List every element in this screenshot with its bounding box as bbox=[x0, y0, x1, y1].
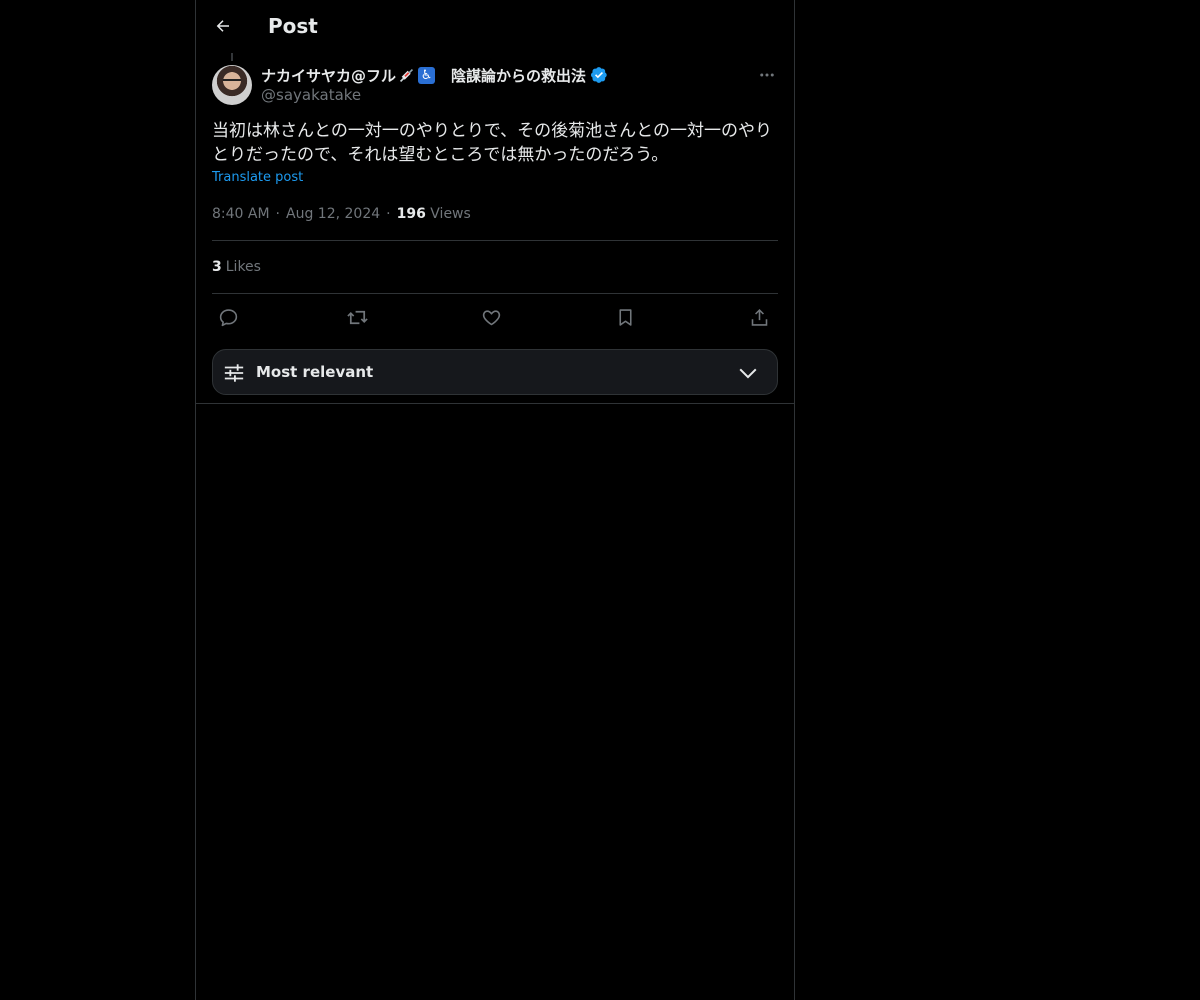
wheelchair-icon: ♿ bbox=[418, 66, 436, 84]
likes-count: 3 bbox=[212, 259, 222, 275]
meta-separator: · bbox=[386, 206, 391, 222]
thread-connector-line bbox=[231, 53, 233, 61]
views-count: 196 bbox=[396, 206, 426, 222]
main-column: Post ナカイサヤカ@フル ♿ 陰謀論からの救出法 @sayakatake 当… bbox=[195, 0, 795, 1000]
divider bbox=[212, 293, 778, 294]
page-header: Post bbox=[196, 0, 794, 53]
verified-badge-icon[interactable] bbox=[590, 66, 608, 84]
like-button[interactable] bbox=[477, 303, 505, 331]
syringe-icon bbox=[399, 68, 414, 82]
post-time[interactable]: 8:40 AM bbox=[212, 206, 270, 222]
author-name-row: ナカイサヤカ@フル ♿ 陰謀論からの救出法 bbox=[261, 64, 608, 86]
share-icon bbox=[751, 308, 767, 326]
author-display-name[interactable]: ナカイサヤカ@フル bbox=[261, 65, 396, 86]
likes-label: Likes bbox=[225, 259, 261, 275]
chevron-down-icon bbox=[739, 368, 757, 379]
post-date[interactable]: Aug 12, 2024 bbox=[286, 206, 380, 222]
repost-icon bbox=[346, 310, 368, 324]
sliders-icon bbox=[224, 364, 244, 382]
back-button[interactable] bbox=[208, 11, 238, 41]
translate-post-link[interactable]: Translate post bbox=[212, 170, 303, 185]
meta-separator: · bbox=[275, 206, 280, 222]
avatar[interactable] bbox=[212, 65, 252, 105]
share-button[interactable] bbox=[745, 303, 773, 331]
heart-icon bbox=[482, 309, 500, 325]
reply-button[interactable] bbox=[214, 303, 242, 331]
avatar-glasses bbox=[223, 79, 241, 85]
post-meta: 8:40 AM · Aug 12, 2024 · 196 Views bbox=[212, 204, 471, 224]
page-title: Post bbox=[268, 14, 318, 38]
author-name-suffix: 陰謀論からの救出法 bbox=[451, 66, 587, 85]
divider bbox=[212, 240, 778, 241]
author-handle[interactable]: @sayakatake bbox=[261, 86, 361, 104]
likes-stat[interactable]: 3 Likes bbox=[212, 257, 261, 277]
bookmark-button[interactable] bbox=[611, 303, 639, 331]
bookmark-icon bbox=[618, 308, 632, 326]
sort-replies-dropdown[interactable]: Most relevant bbox=[212, 349, 778, 395]
repost-button[interactable] bbox=[343, 303, 371, 331]
more-dots-icon bbox=[760, 73, 774, 77]
section-divider bbox=[196, 403, 794, 404]
arrow-left-icon bbox=[216, 20, 229, 32]
reply-icon bbox=[219, 308, 237, 326]
post-text: 当初は林さんとの一対一のやりとりで、その後菊池さんとの一対一のやりとりだったので… bbox=[212, 121, 772, 165]
views-label: Views bbox=[430, 206, 471, 222]
action-bar bbox=[212, 303, 778, 331]
more-options-button[interactable] bbox=[756, 64, 778, 86]
sort-label: Most relevant bbox=[256, 363, 374, 381]
